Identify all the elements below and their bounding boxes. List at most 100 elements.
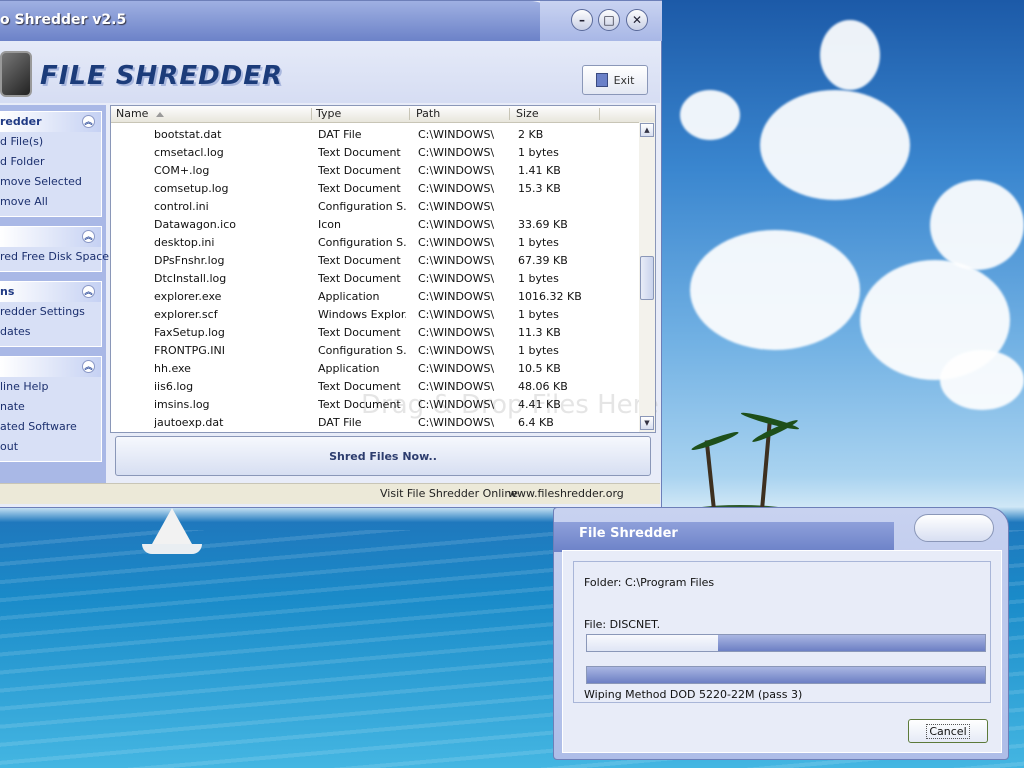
minimize-button[interactable]: – <box>571 9 593 31</box>
list-header: Name Type Path Size <box>111 106 655 123</box>
shred-files-button[interactable]: Shred Files Now.. <box>115 436 651 476</box>
maximize-button[interactable]: □ <box>598 9 620 31</box>
sidebar-item-online-help[interactable]: line Help <box>0 377 101 397</box>
panel-header[interactable]: ︽ <box>0 357 101 377</box>
table-row[interactable]: hh.exe Application C:\WINDOWS\ 10.5 KB <box>111 360 637 378</box>
cell-size: 48.06 KB <box>518 380 568 393</box>
sidebar-panel-shredder: redder ︽ d File(s) d Folder move Selecte… <box>0 111 102 217</box>
column-separator[interactable] <box>311 108 312 120</box>
scroll-thumb[interactable] <box>640 256 654 300</box>
cell-name: hh.exe <box>154 362 191 375</box>
cell-name: control.ini <box>154 200 209 213</box>
window-title: o Shredder v2.5 <box>0 12 127 28</box>
table-row[interactable]: DPsFnshr.log Text Document C:\WINDOWS\ 67.3… <box>111 252 637 270</box>
website-link[interactable]: www.fileshredder.org <box>508 487 624 500</box>
sailboat-icon <box>152 508 192 544</box>
cell-size: 2 KB <box>518 128 544 141</box>
table-row[interactable]: explorer.exe Application C:\WINDOWS\ 1016.3… <box>111 288 637 306</box>
collapse-icon[interactable]: ︽ <box>82 360 95 373</box>
table-row[interactable]: FaxSetup.log Text Document C:\WINDOWS\ 11.3… <box>111 324 637 342</box>
cell-name: FRONTPG.INI <box>154 344 225 357</box>
collapse-icon[interactable]: ︽ <box>82 285 95 298</box>
sidebar-item-remove-all[interactable]: move All <box>0 192 101 212</box>
column-separator[interactable] <box>409 108 410 120</box>
scroll-down-button[interactable]: ▼ <box>640 416 654 430</box>
column-header-size[interactable]: Size <box>516 107 539 120</box>
panel-header[interactable]: redder ︽ <box>0 112 101 132</box>
cell-path: C:\WINDOWS\ <box>418 290 495 303</box>
dialog-window-controls[interactable] <box>914 514 994 542</box>
cell-size: 67.39 KB <box>518 254 568 267</box>
sidebar-item-donate[interactable]: nate <box>0 397 101 417</box>
sidebar: redder ︽ d File(s) d Folder move Selecte… <box>0 105 109 483</box>
sidebar-panel-free-space: ︽ red Free Disk Space <box>0 226 109 272</box>
sidebar-item-updates[interactable]: dates <box>0 322 101 342</box>
panel-header[interactable]: ︽ <box>0 227 101 247</box>
sidebar-item-related-software[interactable]: ated Software <box>0 417 101 437</box>
table-row[interactable]: COM+.log Text Document C:\WINDOWS\ 1.41 KB <box>111 162 637 180</box>
table-row[interactable]: iis6.log Text Document C:\WINDOWS\ 48.06 KB <box>111 378 637 396</box>
cell-size: 11.3 KB <box>518 326 561 339</box>
cell-path: C:\WINDOWS\ <box>418 380 495 393</box>
visit-online-link[interactable]: Visit File Shredder Online <box>380 487 518 500</box>
cell-path: C:\WINDOWS\ <box>418 128 495 141</box>
table-row[interactable]: DtcInstall.log Text Document C:\WINDOWS\ 1 … <box>111 270 637 288</box>
table-row[interactable]: imsins.log Text Document C:\WINDOWS\ 4.41 K… <box>111 396 637 414</box>
table-row[interactable]: cmsetacl.log Text Document C:\WINDOWS\ 1 by… <box>111 144 637 162</box>
table-row[interactable]: FRONTPG.INI Configuration S... C:\WINDOWS\… <box>111 342 637 360</box>
cell-name: desktop.ini <box>154 236 215 249</box>
cell-type: Text Document <box>318 164 401 177</box>
collapse-icon[interactable]: ︽ <box>82 115 95 128</box>
table-row[interactable]: control.ini Configuration S... C:\WINDOWS\ <box>111 198 637 216</box>
table-row[interactable]: bootstat.dat DAT File C:\WINDOWS\ 2 KB <box>111 126 637 144</box>
cell-path: C:\WINDOWS\ <box>418 326 495 339</box>
total-progress-remaining <box>587 667 985 683</box>
sidebar-item-add-files[interactable]: d File(s) <box>0 132 101 152</box>
cloud <box>760 90 910 200</box>
cell-path: C:\WINDOWS\ <box>418 344 495 357</box>
current-file: File: DISCNET. <box>584 618 661 631</box>
main-window: o Shredder v2.5 – □ ✕ FILE SHREDDER Exit… <box>0 0 662 508</box>
panel-header[interactable]: ns ︽ <box>0 282 101 302</box>
cell-size: 4.41 KB <box>518 398 561 411</box>
sidebar-panel-help: ︽ line Help nate ated Software out <box>0 356 102 462</box>
title-bar[interactable]: o Shredder v2.5 <box>0 1 560 41</box>
cell-size: 15.3 KB <box>518 182 561 195</box>
sidebar-item-add-folder[interactable]: d Folder <box>0 152 101 172</box>
file-list[interactable]: Name Type Path Size Drag & Drop Files He… <box>110 105 659 433</box>
column-header-name[interactable]: Name <box>116 107 165 120</box>
cell-name: FaxSetup.log <box>154 326 225 339</box>
column-header-type[interactable]: Type <box>316 107 341 120</box>
cell-type: Configuration S... <box>318 236 406 249</box>
cancel-button[interactable]: Cancel <box>908 719 988 743</box>
table-row[interactable]: Datawagon.ico Icon C:\WINDOWS\ 33.69 KB <box>111 216 637 234</box>
cloud <box>680 90 740 140</box>
panel-title: ns <box>0 285 15 298</box>
sidebar-item-settings[interactable]: redder Settings <box>0 302 101 322</box>
cell-name: DPsFnshr.log <box>154 254 225 267</box>
exit-button[interactable]: Exit <box>582 65 648 95</box>
cell-type: Text Document <box>318 326 401 339</box>
cell-type: Text Document <box>318 254 401 267</box>
cell-size: 1 bytes <box>518 308 559 321</box>
column-separator[interactable] <box>509 108 510 120</box>
cell-path: C:\WINDOWS\ <box>418 218 495 231</box>
table-row[interactable]: explorer.scf Windows Explor... C:\WINDOWS\… <box>111 306 637 324</box>
cell-path: C:\WINDOWS\ <box>418 254 495 267</box>
shredder-logo-icon <box>0 51 32 97</box>
column-separator[interactable] <box>599 108 600 120</box>
table-row[interactable]: comsetup.log Text Document C:\WINDOWS\ 15.3… <box>111 180 637 198</box>
cell-size: 1 bytes <box>518 146 559 159</box>
cell-type: Text Document <box>318 146 401 159</box>
column-header-path[interactable]: Path <box>416 107 440 120</box>
table-row[interactable]: jautoexp.dat DAT File C:\WINDOWS\ 6.4 KB <box>111 414 637 432</box>
sidebar-item-remove-selected[interactable]: move Selected <box>0 172 101 192</box>
cell-type: Text Document <box>318 398 401 411</box>
vertical-scrollbar[interactable]: ▲ ▼ <box>639 122 655 432</box>
sidebar-item-shred-free-space[interactable]: red Free Disk Space <box>0 247 109 267</box>
scroll-up-button[interactable]: ▲ <box>640 123 654 137</box>
sidebar-item-about[interactable]: out <box>0 437 101 457</box>
table-row[interactable]: desktop.ini Configuration S... C:\WINDOWS\… <box>111 234 637 252</box>
collapse-icon[interactable]: ︽ <box>82 230 95 243</box>
close-button[interactable]: ✕ <box>626 9 648 31</box>
